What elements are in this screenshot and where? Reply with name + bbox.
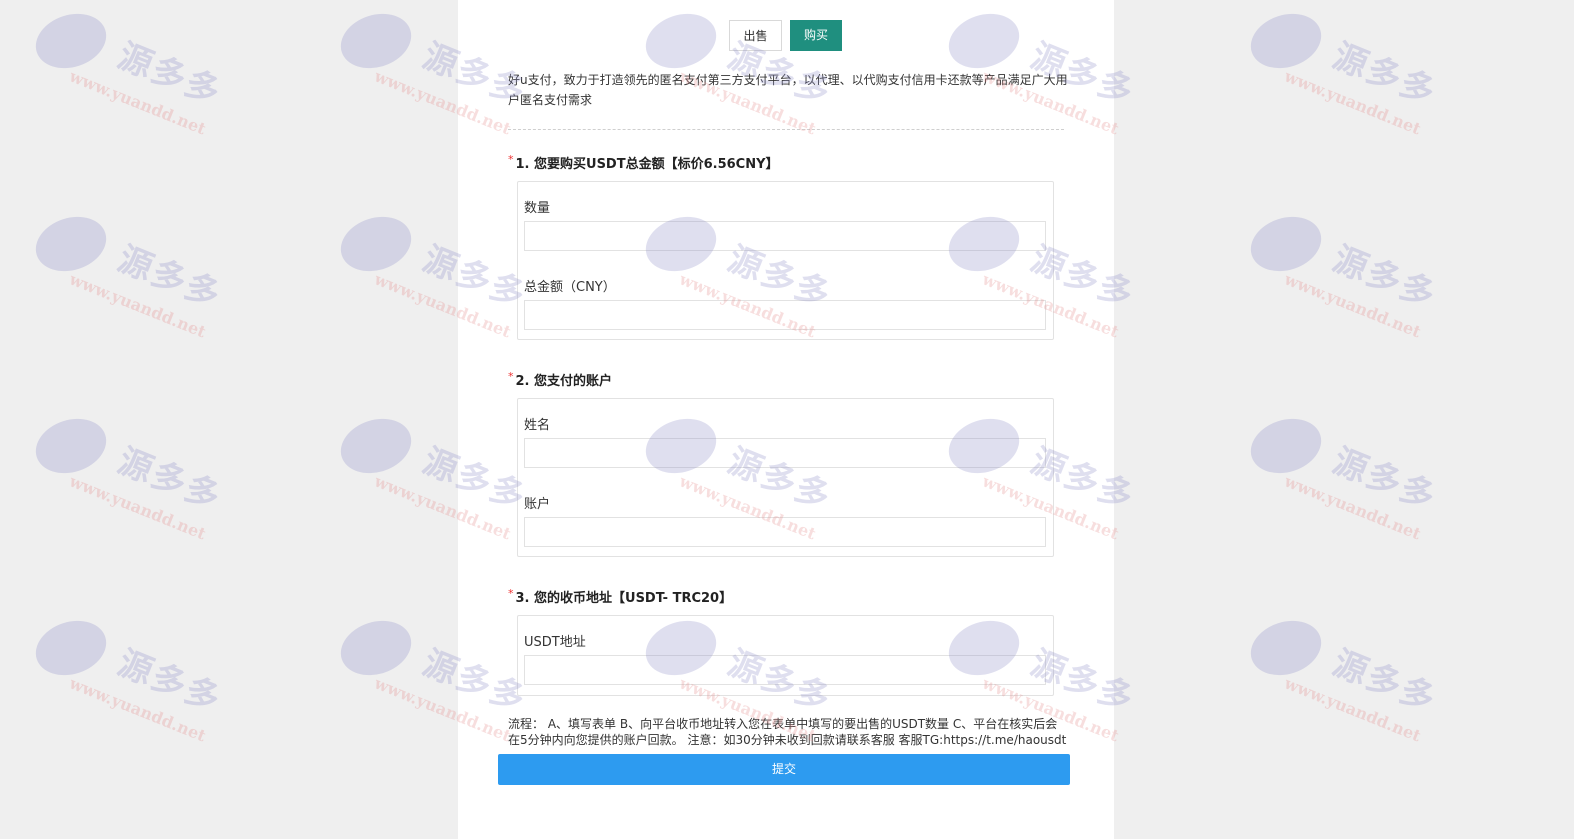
required-mark: *: [508, 587, 514, 600]
amount-card: 数量 总金额（CNY）: [517, 181, 1054, 340]
watermark-text: 源多多: [112, 35, 228, 114]
divider: [508, 129, 1064, 130]
required-mark: *: [508, 370, 514, 383]
total-amount-input[interactable]: [524, 300, 1046, 330]
watermark-url: www.yuandd.net: [66, 66, 209, 139]
account-label: 账户: [524, 497, 551, 512]
watermark-text: 源多多: [112, 440, 228, 519]
quantity-label: 数量: [524, 201, 551, 216]
watermark-text: 源多多: [112, 642, 228, 721]
process-note: 流程： A、填写表单 B、向平台收币地址转入您在表单中填写的要出售的USDT数量…: [508, 717, 1067, 747]
watermark-text: 源多多: [112, 238, 228, 317]
required-mark: *: [508, 153, 514, 166]
watermark: 源多多 www.yuandd.net: [1243, 5, 1490, 145]
watermark-logo-icon: [1243, 612, 1329, 684]
watermark: 源多多 www.yuandd.net: [28, 410, 275, 550]
watermark-text: 源多多: [1327, 642, 1443, 721]
usdt-address-input[interactable]: [524, 655, 1046, 685]
watermark-url: www.yuandd.net: [66, 673, 209, 746]
watermark-logo-icon: [28, 612, 114, 684]
sell-button[interactable]: 出售: [729, 20, 782, 51]
section-title-amount: * 1. 您要购买USDT总金额【标价6.56CNY】: [508, 153, 779, 172]
section-title-address: * 3. 您的收币地址【USDT- TRC20】: [508, 587, 732, 606]
watermark-url: www.yuandd.net: [1281, 66, 1424, 139]
watermark: 源多多 www.yuandd.net: [28, 208, 275, 348]
watermark-url: www.yuandd.net: [1281, 471, 1424, 544]
watermark-logo-icon: [28, 208, 114, 280]
form-page: 出售 购买 好u支付，致力于打造领先的匿名支付第三方支付平台，以代理、以代购支付…: [458, 0, 1114, 839]
watermark-logo-icon: [333, 612, 419, 684]
watermark-logo-icon: [1243, 5, 1329, 77]
trade-type-toggle: 出售 购买: [458, 20, 1114, 52]
submit-button[interactable]: 提交: [498, 754, 1070, 785]
watermark-text: 源多多: [1327, 440, 1443, 519]
watermark-url: www.yuandd.net: [66, 269, 209, 342]
intro-text: 好u支付，致力于打造领先的匿名支付第三方支付平台，以代理、以代购支付信用卡还款等…: [508, 73, 1068, 107]
total-amount-label: 总金额（CNY）: [524, 280, 616, 295]
quantity-input[interactable]: [524, 221, 1046, 251]
watermark-logo-icon: [333, 5, 419, 77]
watermark-logo-icon: [333, 410, 419, 482]
watermark: 源多多 www.yuandd.net: [1243, 410, 1490, 550]
watermark-text: 源多多: [1327, 35, 1443, 114]
account-input[interactable]: [524, 517, 1046, 547]
watermark: 源多多 www.yuandd.net: [1243, 612, 1490, 752]
watermark-url: www.yuandd.net: [66, 471, 209, 544]
watermark-logo-icon: [333, 208, 419, 280]
address-card: USDT地址: [517, 615, 1054, 696]
account-card: 姓名 账户: [517, 398, 1054, 557]
name-label: 姓名: [524, 418, 551, 433]
watermark: 源多多 www.yuandd.net: [28, 5, 275, 145]
section-title-text: 3. 您的收币地址【USDT- TRC20】: [515, 591, 733, 606]
watermark: 源多多 www.yuandd.net: [1243, 208, 1490, 348]
watermark-text: 源多多: [1327, 238, 1443, 317]
section-title-text: 2. 您支付的账户: [515, 374, 613, 389]
section-title-text: 1. 您要购买USDT总金额【标价6.56CNY】: [515, 157, 779, 172]
watermark-logo-icon: [28, 5, 114, 77]
watermark-logo-icon: [1243, 208, 1329, 280]
watermark-url: www.yuandd.net: [1281, 269, 1424, 342]
watermark-url: www.yuandd.net: [1281, 673, 1424, 746]
watermark-logo-icon: [1243, 410, 1329, 482]
buy-button[interactable]: 购买: [790, 20, 842, 51]
usdt-address-label: USDT地址: [524, 635, 586, 650]
name-input[interactable]: [524, 438, 1046, 468]
watermark: 源多多 www.yuandd.net: [28, 612, 275, 752]
watermark-logo-icon: [28, 410, 114, 482]
section-title-account: * 2. 您支付的账户: [508, 370, 612, 389]
